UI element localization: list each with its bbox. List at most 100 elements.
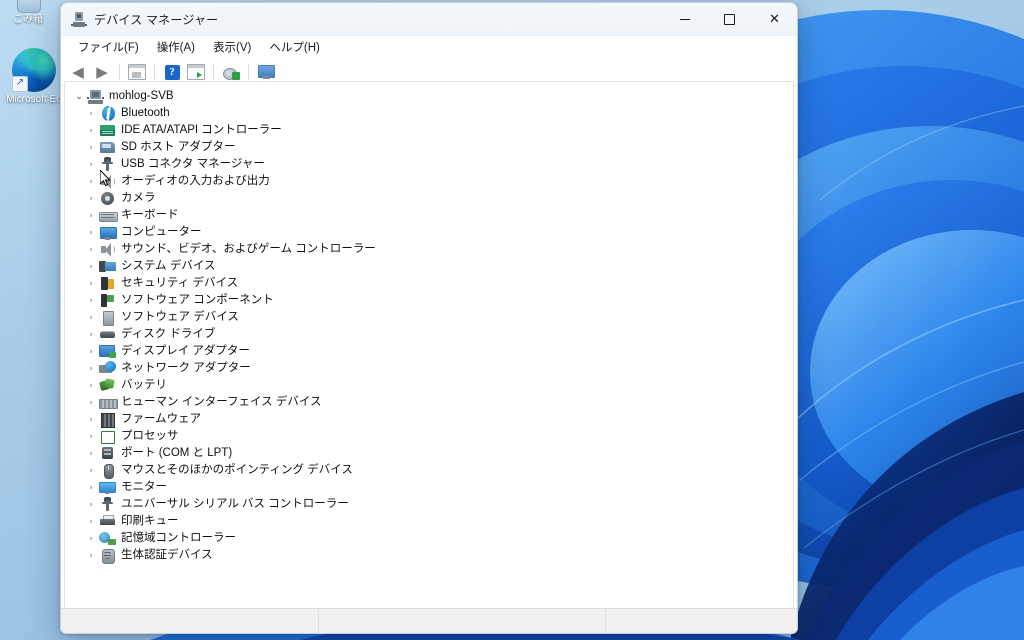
- tree-item-cameras[interactable]: › カメラ: [65, 190, 793, 207]
- chevron-right-icon[interactable]: ›: [83, 514, 99, 530]
- chevron-right-icon[interactable]: ›: [83, 480, 99, 496]
- chevron-right-icon[interactable]: ›: [83, 208, 99, 224]
- recycle-bin-icon: [13, 0, 43, 13]
- tree-item-label: ファームウェア: [121, 413, 202, 425]
- minimize-button[interactable]: [662, 3, 707, 35]
- chevron-right-icon[interactable]: ›: [83, 344, 99, 360]
- forward-button[interactable]: ▶: [91, 61, 113, 83]
- chevron-right-icon[interactable]: ›: [83, 327, 99, 343]
- tree-item-label: カメラ: [121, 192, 156, 204]
- tree-item-bluetooth[interactable]: › Bluetooth: [65, 105, 793, 122]
- chevron-right-icon[interactable]: ›: [83, 412, 99, 428]
- network-adapters-icon: [99, 361, 116, 376]
- tree-item-firmware[interactable]: › ファームウェア: [65, 411, 793, 428]
- tree-item-label: ネットワーク アダプター: [121, 362, 251, 374]
- chevron-right-icon[interactable]: ›: [83, 548, 99, 564]
- usb-connector-icon: [99, 157, 116, 172]
- tree-item-batteries[interactable]: › バッテリ: [65, 377, 793, 394]
- chevron-right-icon[interactable]: ›: [83, 140, 99, 156]
- chevron-right-icon[interactable]: ›: [83, 123, 99, 139]
- tree-item-computer[interactable]: › コンピューター: [65, 224, 793, 241]
- scan-hardware-changes-button[interactable]: [185, 61, 207, 83]
- chevron-right-icon[interactable]: ›: [83, 446, 99, 462]
- tree-item-label: SD ホスト アダプター: [121, 141, 236, 153]
- tree-item-label: Bluetooth: [121, 107, 170, 119]
- show-hidden-devices-button[interactable]: [255, 61, 277, 83]
- bluetooth-icon: [99, 106, 116, 121]
- chevron-down-icon[interactable]: ⌄: [71, 89, 87, 105]
- chevron-right-icon[interactable]: ›: [83, 463, 99, 479]
- chevron-right-icon[interactable]: ›: [83, 174, 99, 190]
- maximize-button[interactable]: [707, 3, 752, 35]
- chevron-right-icon[interactable]: ›: [83, 157, 99, 173]
- tree-item-monitors[interactable]: › モニター: [65, 479, 793, 496]
- tree-item-security-devices[interactable]: › セキュリティ デバイス: [65, 275, 793, 292]
- update-driver-button[interactable]: [220, 61, 242, 83]
- chevron-right-icon[interactable]: ›: [83, 225, 99, 241]
- desktop-icon-microsoft-edge[interactable]: ↗ Microsoft Ed: [2, 48, 66, 106]
- tree-item-label: オーディオの入力および出力: [121, 175, 270, 187]
- tree-item-human-interface-devices[interactable]: › ヒューマン インターフェイス デバイス: [65, 394, 793, 411]
- tree-item-disk-drives[interactable]: › ディスク ドライブ: [65, 326, 793, 343]
- close-button[interactable]: ✕: [752, 3, 797, 35]
- chevron-right-icon[interactable]: ›: [83, 395, 99, 411]
- desktop-icon-recycle-bin[interactable]: ごみ箱: [0, 0, 60, 26]
- tree-root-mohlog-svb[interactable]: ⌄ mohlog-SVB: [65, 88, 793, 105]
- tree-item-ports-com-lpt[interactable]: › ポート (COM と LPT): [65, 445, 793, 462]
- toolbar-separator: [119, 64, 120, 80]
- processors-icon: [99, 429, 116, 444]
- tree-item-sound-video-game-controllers[interactable]: › サウンド、ビデオ、およびゲーム コントローラー: [65, 241, 793, 258]
- device-manager-window[interactable]: デバイス マネージャー ✕ ファイル(F) 操作(A) 表示(V) ヘルプ(H)…: [60, 2, 798, 634]
- tree-item-processors[interactable]: › プロセッサ: [65, 428, 793, 445]
- chevron-right-icon[interactable]: ›: [83, 531, 99, 547]
- chevron-right-icon[interactable]: ›: [83, 497, 99, 513]
- status-bar-main: [61, 609, 318, 633]
- computer-device-icon: [99, 225, 117, 240]
- tree-item-sd-host-adapter[interactable]: › SD ホスト アダプター: [65, 139, 793, 156]
- device-tree-panel[interactable]: ⌄ mohlog-SVB › Bluetooth › IDE ATA/ATAPI…: [64, 81, 794, 609]
- tree-item-label: 記憶域コントローラー: [121, 532, 236, 544]
- tree-item-label: マウスとそのほかのポインティング デバイス: [121, 464, 353, 476]
- chevron-right-icon[interactable]: ›: [83, 293, 99, 309]
- tree-item-usb-connector-managers[interactable]: › USB コネクタ マネージャー: [65, 156, 793, 173]
- tree-item-label: ディスク ドライブ: [121, 328, 216, 340]
- chevron-right-icon[interactable]: ›: [83, 191, 99, 207]
- back-button[interactable]: ◀: [67, 61, 89, 83]
- tree-item-print-queues[interactable]: › 印刷キュー: [65, 513, 793, 530]
- tree-item-universal-serial-bus-controllers[interactable]: › ユニバーサル シリアル バス コントローラー: [65, 496, 793, 513]
- tree-item-software-components[interactable]: › ソフトウェア コンポーネント: [65, 292, 793, 309]
- chevron-right-icon[interactable]: ›: [83, 378, 99, 394]
- tree-item-mice-and-other-pointing-devices[interactable]: › マウスとそのほかのポインティング デバイス: [65, 462, 793, 479]
- chevron-right-icon[interactable]: ›: [83, 259, 99, 275]
- tree-item-display-adapters[interactable]: › ディスプレイ アダプター: [65, 343, 793, 360]
- tree-item-label: ソフトウェア デバイス: [121, 311, 239, 323]
- menu-item-file[interactable]: ファイル(F): [69, 37, 148, 57]
- tree-item-biometric-devices[interactable]: › 生体認証デバイス: [65, 547, 793, 564]
- chevron-right-icon[interactable]: ›: [83, 310, 99, 326]
- menu-item-action[interactable]: 操作(A): [148, 37, 204, 57]
- window-titlebar[interactable]: デバイス マネージャー ✕: [61, 3, 797, 36]
- window-title: デバイス マネージャー: [94, 12, 219, 27]
- chevron-right-icon[interactable]: ›: [83, 242, 99, 258]
- window-controls: ✕: [662, 3, 797, 35]
- tree-item-network-adapters[interactable]: › ネットワーク アダプター: [65, 360, 793, 377]
- tree-item-label: プロセッサ: [121, 430, 179, 442]
- help-button[interactable]: ?: [161, 61, 183, 83]
- show-hidden-devices-icon: [257, 65, 275, 79]
- chevron-right-icon[interactable]: ›: [83, 106, 99, 122]
- tree-item-audio-inputs-and-outputs[interactable]: › オーディオの入力および出力: [65, 173, 793, 190]
- chevron-right-icon[interactable]: ›: [83, 361, 99, 377]
- menu-item-help[interactable]: ヘルプ(H): [260, 37, 328, 57]
- tree-item-keyboards[interactable]: › キーボード: [65, 207, 793, 224]
- firmware-icon: [99, 412, 116, 428]
- chevron-right-icon[interactable]: ›: [83, 429, 99, 445]
- tree-item-software-devices[interactable]: › ソフトウェア デバイス: [65, 309, 793, 326]
- tree-item-label: キーボード: [121, 209, 179, 221]
- tree-item-storage-controllers[interactable]: › 記憶域コントローラー: [65, 530, 793, 547]
- tree-item-ide-ata-atapi-controllers[interactable]: › IDE ATA/ATAPI コントローラー: [65, 122, 793, 139]
- chevron-right-icon[interactable]: ›: [83, 276, 99, 292]
- menu-item-view[interactable]: 表示(V): [204, 37, 260, 57]
- usb-controllers-icon: [99, 497, 116, 512]
- tree-item-system-devices[interactable]: › システム デバイス: [65, 258, 793, 275]
- properties-button[interactable]: [126, 61, 148, 83]
